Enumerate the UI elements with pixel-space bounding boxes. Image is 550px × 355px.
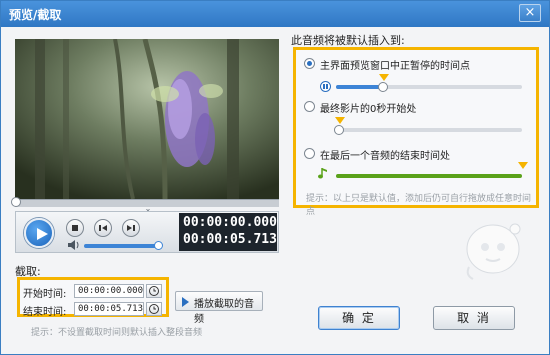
pause-icon <box>320 81 331 92</box>
trim-box: 开始时间: 00:00:00.000 结束时间: 00:00:05.713 <box>17 277 169 318</box>
radio-insert-paused-point[interactable] <box>304 58 315 69</box>
insert-options-box: 主界面预览窗口中正暂停的时间点 最终影片的0秒开始处 在最后一个音频的结束时间处… <box>293 47 539 217</box>
volume-icon[interactable] <box>68 240 80 250</box>
next-frame-button[interactable] <box>122 219 140 237</box>
insert-heading: 此音频将被默认插入到: <box>291 34 405 47</box>
time-display: 00:00:00.000 00:00:05.713 <box>179 213 277 251</box>
option-insert-after-last-audio-label: 在最后一个音频的结束时间处 <box>320 151 450 162</box>
marker-arrow-1 <box>379 74 389 81</box>
play-icon <box>37 228 48 240</box>
start-time-clock-button[interactable] <box>146 284 162 298</box>
title-bar[interactable]: 预览/截取 × <box>1 1 549 27</box>
start-time-label: 开始时间: <box>23 289 67 300</box>
playback-progress-knob[interactable] <box>11 197 21 207</box>
previous-icon <box>99 225 107 231</box>
cancel-button[interactable]: 取 消 <box>433 306 515 330</box>
clock-icon <box>149 286 159 296</box>
slider-knob-film-start[interactable] <box>334 125 344 135</box>
previous-frame-button[interactable] <box>94 219 112 237</box>
play-trimmed-audio-button[interactable]: 播放截取的音频 <box>175 291 263 325</box>
play-icon <box>182 297 189 307</box>
option-insert-film-start-label: 最终影片的0秒开始处 <box>320 104 417 115</box>
mascot-icon <box>466 223 521 280</box>
trim-hint: 提示：不设置截取时间则默认插入整段音频 <box>31 328 203 338</box>
music-note-icon <box>318 168 327 179</box>
current-time: 00:00:00.000 <box>183 215 277 230</box>
next-icon <box>127 225 135 231</box>
close-button[interactable]: × <box>519 4 541 22</box>
total-time: 00:00:05.713 <box>183 232 277 247</box>
volume-slider-track[interactable] <box>84 244 158 248</box>
ok-button[interactable]: 确 定 <box>318 306 400 330</box>
preview-trim-dialog: 预览/截取 × ⌄ 00:00:00.000 00:00:05.713 此音频将… <box>0 0 550 355</box>
end-time-clock-button[interactable] <box>146 302 162 316</box>
clock-icon <box>149 304 159 314</box>
start-time-input[interactable]: 00:00:00.000 <box>74 284 144 298</box>
stop-button[interactable] <box>66 219 84 237</box>
slider-knob-paused-point[interactable] <box>378 82 388 92</box>
end-time-label: 结束时间: <box>23 307 67 318</box>
video-frame-image <box>15 39 279 199</box>
stop-icon <box>72 225 78 231</box>
marker-arrow-2 <box>335 117 345 124</box>
end-time-input[interactable]: 00:00:05.713 <box>74 302 144 316</box>
play-trimmed-audio-label: 播放截取的音频 <box>194 299 254 325</box>
video-preview <box>15 39 279 199</box>
window-title: 预览/截取 <box>9 8 62 22</box>
radio-insert-after-last-audio[interactable] <box>304 148 315 159</box>
marker-arrow-3 <box>518 162 528 169</box>
play-button[interactable] <box>24 218 54 248</box>
option-insert-paused-point-label: 主界面预览窗口中正暂停的时间点 <box>320 61 470 72</box>
slider-insert-film-start[interactable] <box>336 128 522 132</box>
volume-slider-knob[interactable] <box>154 241 163 250</box>
slider-insert-after-last-audio[interactable] <box>336 174 522 178</box>
radio-insert-film-start[interactable] <box>304 101 315 112</box>
slider-insert-paused-point[interactable] <box>336 85 522 89</box>
